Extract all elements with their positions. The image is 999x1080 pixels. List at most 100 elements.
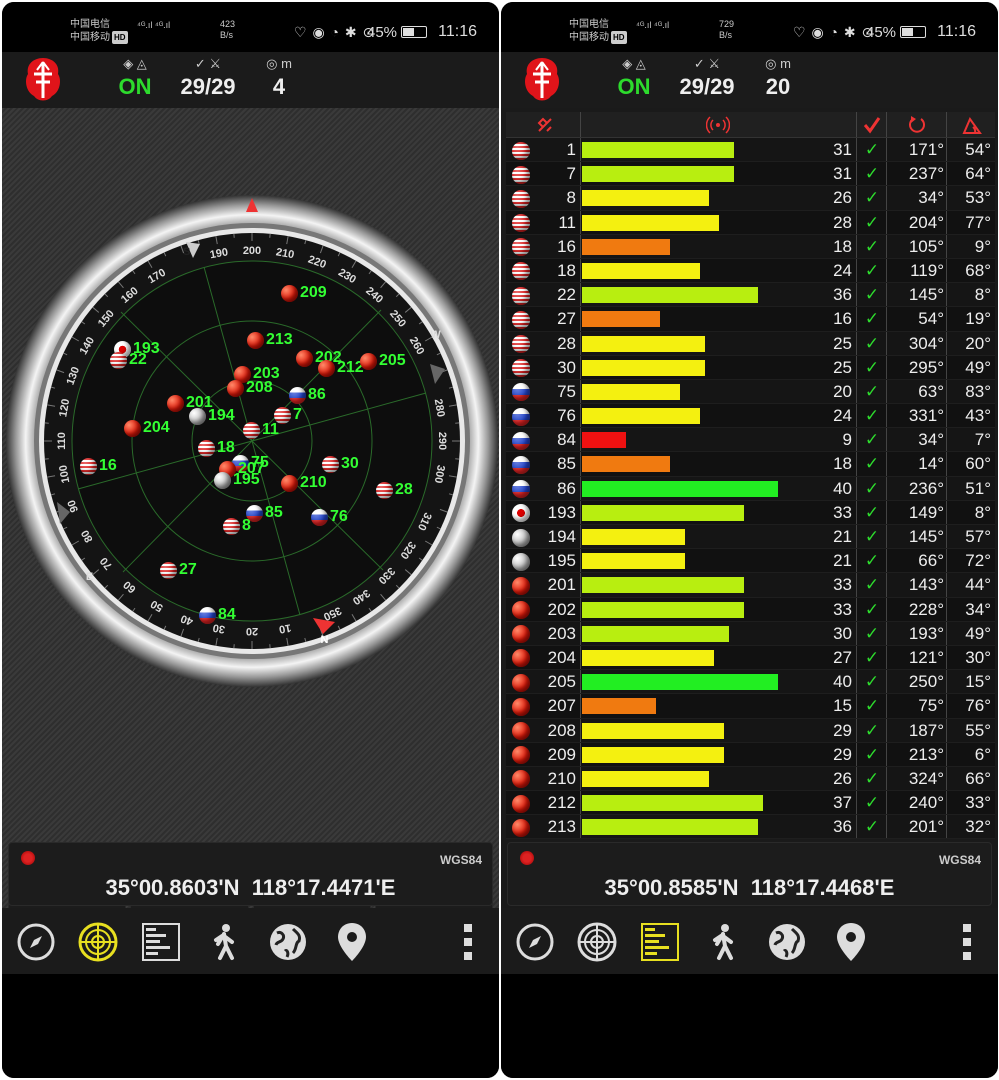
satellite-marker[interactable]: 8 bbox=[223, 517, 251, 535]
snr-bar bbox=[582, 795, 763, 812]
snr-bar bbox=[582, 432, 626, 449]
table-row[interactable]: 210 26 ✓ 324° 66° bbox=[506, 766, 995, 792]
table-row[interactable]: 11 28 ✓ 204° 77° bbox=[506, 210, 995, 235]
elevation-cell: 19° bbox=[965, 309, 991, 329]
satellite-marker[interactable]: 11 bbox=[243, 421, 279, 439]
cn-flag-icon bbox=[512, 770, 530, 789]
compass-nav-icon[interactable] bbox=[14, 920, 58, 964]
satellite-label: 209 bbox=[300, 284, 327, 301]
prn-cell: 209 bbox=[547, 744, 576, 764]
satellite-marker[interactable]: 30 bbox=[322, 455, 359, 473]
satellite-marker[interactable]: 209 bbox=[281, 284, 327, 302]
table-row[interactable]: 203 30 ✓ 193° 49° bbox=[506, 621, 995, 646]
more-menu-icon[interactable] bbox=[945, 920, 989, 964]
table-row[interactable]: 85 18 ✓ 14° 60° bbox=[506, 452, 995, 477]
more-menu-icon[interactable] bbox=[446, 920, 490, 964]
satellite-marker[interactable]: 28 bbox=[376, 481, 413, 499]
compass-nav-icon[interactable] bbox=[513, 920, 557, 964]
us-flag-icon bbox=[512, 262, 530, 281]
satellite-marker[interactable]: 213 bbox=[247, 331, 293, 349]
table-row[interactable]: 18 24 ✓ 119° 68° bbox=[506, 258, 995, 284]
table-row[interactable]: 202 33 ✓ 228° 34° bbox=[506, 597, 995, 622]
satellite-marker[interactable]: 22 bbox=[110, 351, 147, 369]
bottom-nav bbox=[2, 908, 499, 974]
table-row[interactable]: 212 37 ✓ 240° 33° bbox=[506, 791, 995, 816]
satellite-marker[interactable]: 84 bbox=[199, 606, 236, 624]
radar-nav-icon[interactable] bbox=[76, 920, 120, 964]
elevation-cell: 51° bbox=[965, 478, 991, 498]
azimuth-cell: 119° bbox=[910, 260, 944, 280]
table-row[interactable]: 86 40 ✓ 236° 51° bbox=[506, 476, 995, 501]
location-pin-nav-icon[interactable] bbox=[829, 920, 873, 964]
table-row[interactable]: 7 31 ✓ 237° 64° bbox=[506, 162, 995, 187]
us-flag-icon bbox=[512, 286, 530, 305]
table-row[interactable]: 16 18 ✓ 105° 9° bbox=[506, 234, 995, 259]
azimuth-cell: 193° bbox=[908, 623, 944, 643]
table-row[interactable]: 204 27 ✓ 121° 30° bbox=[506, 645, 995, 671]
cn-flag-icon bbox=[360, 352, 377, 370]
table-row[interactable]: 209 29 ✓ 213° 6° bbox=[506, 742, 995, 767]
satellite-marker[interactable]: 16 bbox=[80, 457, 117, 475]
table-row[interactable]: 84 9 ✓ 34° 7° bbox=[506, 428, 995, 453]
walk-nav-icon[interactable] bbox=[701, 920, 745, 964]
snr-bar bbox=[582, 335, 705, 352]
gps-fix-icon: ◈ ◬ bbox=[123, 56, 147, 71]
table-row[interactable]: 195 21 ✓ 66° 72° bbox=[506, 549, 995, 574]
satellite-label: 22 bbox=[129, 351, 147, 368]
table-row[interactable]: 213 36 ✓ 201° 32° bbox=[506, 815, 995, 840]
snr-cell: 33 bbox=[833, 502, 852, 522]
battery-indicator: 45% bbox=[367, 24, 428, 41]
satellite-marker[interactable]: 204 bbox=[124, 419, 170, 437]
sky-plot[interactable]: 190 200 210 220 230 240 250 260 170 160 150 140 130 1… bbox=[5, 194, 499, 688]
signal-bars-nav-icon[interactable] bbox=[638, 920, 682, 964]
globe-nav-icon[interactable] bbox=[266, 920, 310, 964]
globe-nav-icon[interactable] bbox=[765, 920, 809, 964]
snr-cell: 36 bbox=[833, 285, 852, 305]
table-row[interactable]: 193 33 ✓ 149° 8° bbox=[506, 500, 995, 525]
table-row[interactable]: 8 26 ✓ 34° 53° bbox=[506, 186, 995, 211]
used-check-icon: ✓ bbox=[864, 647, 880, 667]
snr-bar bbox=[582, 311, 660, 328]
satellite-label: 204 bbox=[143, 419, 170, 436]
app-logo-icon[interactable] bbox=[521, 56, 563, 104]
gps-status: ◈ ◬ ON bbox=[609, 56, 659, 100]
used-check-icon: ✓ bbox=[864, 140, 880, 159]
satellite-marker[interactable]: 205 bbox=[360, 352, 406, 370]
blank-area bbox=[501, 974, 998, 1078]
table-row[interactable]: 205 40 ✓ 250° 15° bbox=[506, 670, 995, 695]
signal-bars-nav-icon[interactable] bbox=[139, 920, 183, 964]
snr-bar bbox=[582, 601, 744, 618]
satellite-marker[interactable]: 27 bbox=[160, 561, 197, 579]
azimuth-cell: 34° bbox=[918, 430, 944, 450]
table-row[interactable]: 201 33 ✓ 143° 44° bbox=[506, 573, 995, 598]
satellite-label: 195 bbox=[233, 471, 260, 488]
walk-nav-icon[interactable] bbox=[202, 920, 246, 964]
table-row[interactable]: 207 15 ✓ 75° 76° bbox=[506, 694, 995, 719]
table-row[interactable]: 76 24 ✓ 331° 43° bbox=[506, 404, 995, 429]
satellite-marker[interactable]: 210 bbox=[281, 474, 327, 492]
table-row[interactable]: 194 21 ✓ 145° 57° bbox=[506, 525, 995, 550]
radar-nav-icon[interactable] bbox=[575, 920, 619, 964]
satellite-marker[interactable]: 195 bbox=[214, 471, 260, 489]
satellite-marker[interactable]: 86 bbox=[289, 386, 326, 404]
snr-cell: 26 bbox=[833, 768, 852, 788]
app-logo-icon[interactable] bbox=[22, 56, 64, 104]
network-speed: 729 B/s bbox=[719, 19, 735, 40]
table-row[interactable]: 208 29 ✓ 187° 55° bbox=[506, 718, 995, 743]
table-row[interactable]: 28 25 ✓ 304° 20° bbox=[506, 331, 995, 356]
location-pin-nav-icon[interactable] bbox=[330, 920, 374, 964]
table-row[interactable]: 30 25 ✓ 295° 49° bbox=[506, 355, 995, 380]
satellite-marker[interactable]: 208 bbox=[227, 379, 273, 397]
satellite-marker[interactable]: 18 bbox=[198, 439, 235, 457]
satellite-marker[interactable]: 85 bbox=[246, 504, 283, 522]
satellite-marker[interactable]: 76 bbox=[311, 508, 348, 526]
table-row[interactable]: 75 20 ✓ 63° 83° bbox=[506, 379, 995, 405]
used-check-icon: ✓ bbox=[864, 309, 880, 329]
table-row[interactable]: 1 31 ✓ 171° 54° bbox=[506, 138, 995, 163]
prn-cell: 84 bbox=[557, 430, 576, 450]
used-check-icon: ✓ bbox=[864, 333, 880, 353]
satellite-marker[interactable]: 212 bbox=[318, 359, 364, 377]
table-row[interactable]: 27 16 ✓ 54° 19° bbox=[506, 307, 995, 332]
satellite-marker[interactable]: 194 bbox=[189, 407, 235, 425]
table-row[interactable]: 22 36 ✓ 145° 8° bbox=[506, 283, 995, 308]
